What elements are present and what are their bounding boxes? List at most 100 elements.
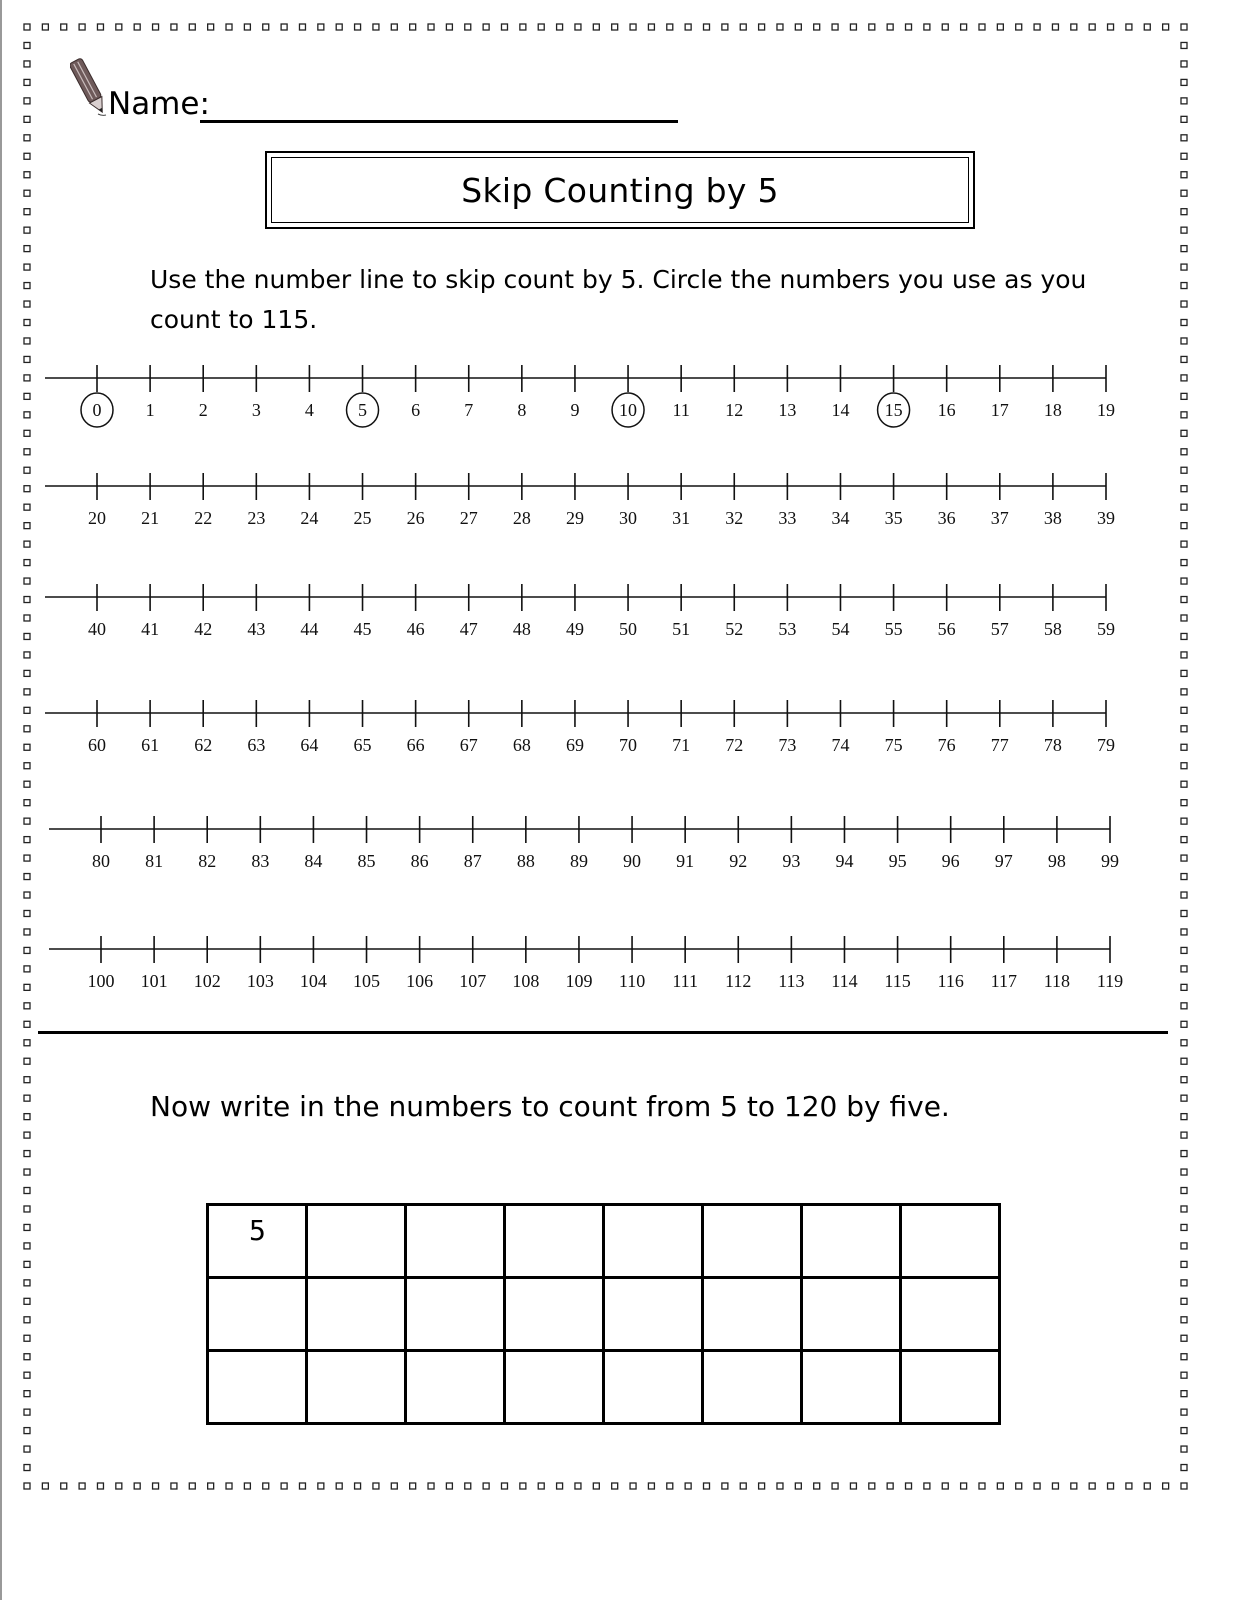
tick-label[interactable]: 101: [141, 971, 168, 991]
tick-label[interactable]: 14: [831, 400, 849, 420]
tick-label[interactable]: 85: [358, 851, 376, 871]
grid-cell[interactable]: [404, 1276, 506, 1352]
grid-cell[interactable]: [206, 1349, 308, 1425]
tick-label[interactable]: 32: [725, 508, 743, 528]
tick-label[interactable]: 114: [831, 971, 857, 991]
tick-label[interactable]: 10: [619, 400, 637, 420]
tick-label[interactable]: 27: [460, 508, 478, 528]
tick-label[interactable]: 19: [1097, 400, 1115, 420]
tick-label[interactable]: 78: [1044, 735, 1062, 755]
tick-label[interactable]: 80: [92, 851, 110, 871]
tick-label[interactable]: 38: [1044, 508, 1062, 528]
tick-label[interactable]: 6: [411, 400, 420, 420]
tick-label[interactable]: 34: [831, 508, 849, 528]
grid-cell[interactable]: [800, 1349, 902, 1425]
tick-label[interactable]: 107: [459, 971, 486, 991]
tick-label[interactable]: 102: [194, 971, 221, 991]
grid-cell[interactable]: [701, 1203, 803, 1279]
tick-label[interactable]: 93: [782, 851, 800, 871]
tick-label[interactable]: 110: [619, 971, 645, 991]
tick-label[interactable]: 50: [619, 619, 637, 639]
grid-cell[interactable]: [800, 1203, 902, 1279]
tick-label[interactable]: 108: [512, 971, 539, 991]
tick-label[interactable]: 51: [672, 619, 690, 639]
tick-label[interactable]: 83: [251, 851, 269, 871]
tick-label[interactable]: 105: [353, 971, 380, 991]
tick-label[interactable]: 86: [411, 851, 429, 871]
tick-label[interactable]: 119: [1097, 971, 1123, 991]
tick-label[interactable]: 16: [938, 400, 956, 420]
tick-label[interactable]: 61: [141, 735, 159, 755]
tick-label[interactable]: 58: [1044, 619, 1062, 639]
grid-cell[interactable]: [503, 1349, 605, 1425]
grid-cell[interactable]: [602, 1349, 704, 1425]
tick-label[interactable]: 106: [406, 971, 433, 991]
tick-label[interactable]: 95: [889, 851, 907, 871]
tick-label[interactable]: 99: [1101, 851, 1119, 871]
tick-label[interactable]: 72: [725, 735, 743, 755]
tick-label[interactable]: 100: [88, 971, 115, 991]
tick-label[interactable]: 59: [1097, 619, 1115, 639]
tick-label[interactable]: 65: [354, 735, 372, 755]
tick-label[interactable]: 66: [407, 735, 425, 755]
tick-label[interactable]: 98: [1048, 851, 1066, 871]
tick-label[interactable]: 71: [672, 735, 690, 755]
grid-cell[interactable]: 5: [206, 1203, 308, 1279]
tick-label[interactable]: 116: [938, 971, 964, 991]
tick-label[interactable]: 3: [252, 400, 261, 420]
tick-label[interactable]: 82: [198, 851, 216, 871]
tick-label[interactable]: 2: [199, 400, 208, 420]
tick-label[interactable]: 20: [88, 508, 106, 528]
tick-label[interactable]: 112: [725, 971, 751, 991]
grid-cell[interactable]: [800, 1276, 902, 1352]
tick-label[interactable]: 44: [300, 619, 318, 639]
tick-label[interactable]: 13: [778, 400, 796, 420]
tick-label[interactable]: 94: [835, 851, 853, 871]
grid-cell[interactable]: [701, 1349, 803, 1425]
grid-cell[interactable]: [701, 1276, 803, 1352]
grid-cell[interactable]: [602, 1276, 704, 1352]
tick-label[interactable]: 68: [513, 735, 531, 755]
tick-label[interactable]: 41: [141, 619, 159, 639]
tick-label[interactable]: 75: [885, 735, 903, 755]
grid-cell[interactable]: [206, 1276, 308, 1352]
tick-label[interactable]: 47: [460, 619, 478, 639]
grid-cell[interactable]: [899, 1349, 1001, 1425]
grid-cell[interactable]: [899, 1276, 1001, 1352]
tick-label[interactable]: 62: [194, 735, 212, 755]
tick-label[interactable]: 1: [146, 400, 155, 420]
tick-label[interactable]: 111: [672, 971, 698, 991]
tick-label[interactable]: 104: [300, 971, 327, 991]
tick-label[interactable]: 35: [885, 508, 903, 528]
tick-label[interactable]: 77: [991, 735, 1009, 755]
tick-label[interactable]: 115: [884, 971, 910, 991]
tick-label[interactable]: 23: [247, 508, 265, 528]
tick-label[interactable]: 79: [1097, 735, 1115, 755]
tick-label[interactable]: 91: [676, 851, 694, 871]
tick-label[interactable]: 56: [938, 619, 956, 639]
tick-label[interactable]: 113: [778, 971, 804, 991]
tick-label[interactable]: 37: [991, 508, 1009, 528]
tick-label[interactable]: 73: [778, 735, 796, 755]
tick-label[interactable]: 21: [141, 508, 159, 528]
tick-label[interactable]: 24: [300, 508, 318, 528]
tick-label[interactable]: 48: [513, 619, 531, 639]
tick-label[interactable]: 43: [247, 619, 265, 639]
tick-label[interactable]: 18: [1044, 400, 1062, 420]
tick-label[interactable]: 81: [145, 851, 163, 871]
tick-label[interactable]: 5: [358, 400, 367, 420]
tick-label[interactable]: 42: [194, 619, 212, 639]
tick-label[interactable]: 4: [305, 400, 314, 420]
grid-cell[interactable]: [899, 1203, 1001, 1279]
tick-label[interactable]: 17: [991, 400, 1009, 420]
tick-label[interactable]: 74: [831, 735, 849, 755]
tick-label[interactable]: 92: [729, 851, 747, 871]
tick-label[interactable]: 117: [991, 971, 1017, 991]
tick-label[interactable]: 25: [354, 508, 372, 528]
tick-label[interactable]: 49: [566, 619, 584, 639]
tick-label[interactable]: 40: [88, 619, 106, 639]
tick-label[interactable]: 55: [885, 619, 903, 639]
tick-label[interactable]: 12: [725, 400, 743, 420]
tick-label[interactable]: 30: [619, 508, 637, 528]
grid-cell[interactable]: [404, 1203, 506, 1279]
